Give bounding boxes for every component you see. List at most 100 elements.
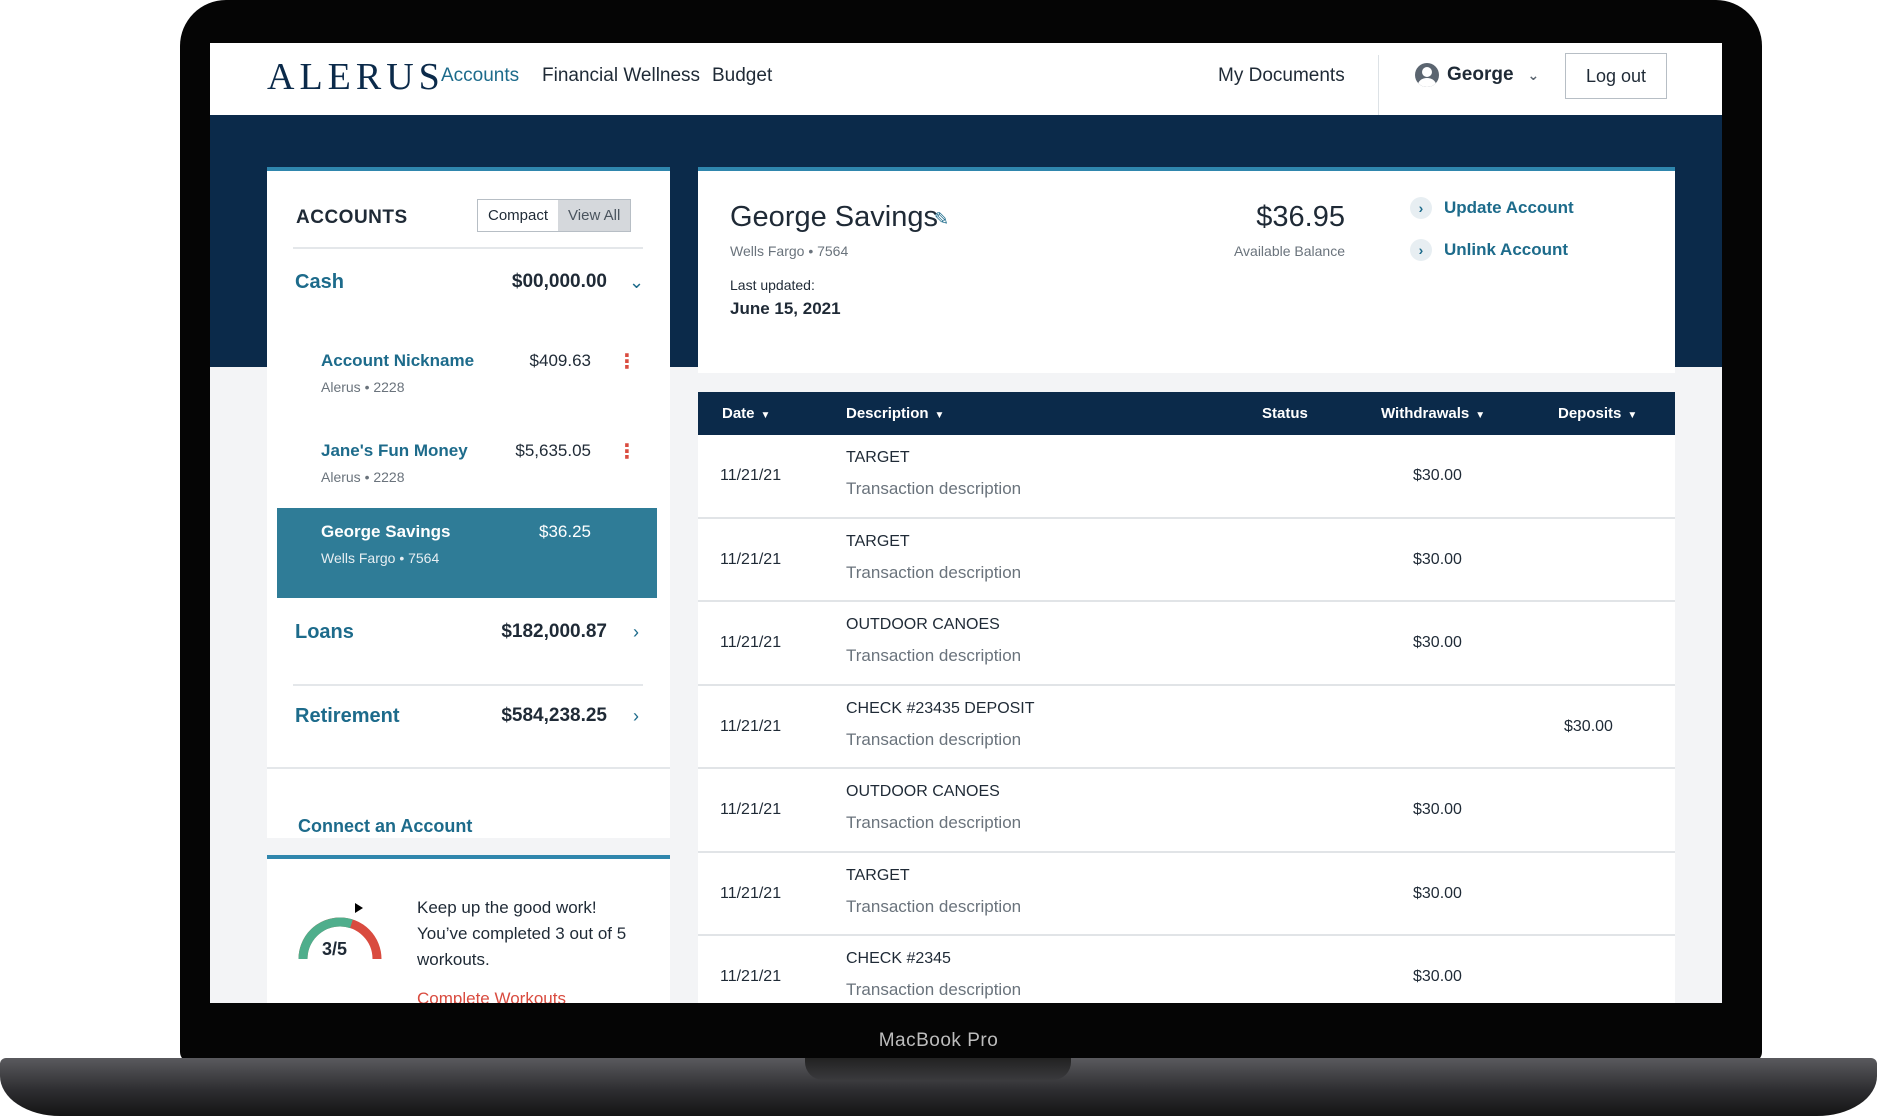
account-name[interactable]: George Savings (321, 522, 450, 542)
account-subtitle: Wells Fargo • 7564 (730, 243, 849, 259)
top-navigation: ALERUS Accounts Financial Wellness Budge… (210, 43, 1722, 115)
withdrawal-amount: $30.00 (1413, 467, 1462, 484)
workouts-card: 3/5 Keep up the good work! You’ve comple… (267, 855, 670, 1003)
divider (293, 247, 643, 249)
sort-deposits-header[interactable]: Deposits ▼ (1558, 405, 1637, 422)
table-row[interactable]: 11/21/21 TARGET Transaction description $30… (698, 852, 1675, 936)
caret-down-icon: ▼ (1627, 410, 1638, 421)
view-all-toggle-button[interactable]: View All (558, 200, 631, 231)
transaction-description: Transaction description (846, 813, 1022, 832)
workout-message: Keep up the good work! You’ve completed … (417, 895, 647, 973)
complete-workouts-link[interactable]: Complete Workouts (417, 989, 566, 1003)
account-title: George Savings (730, 201, 938, 233)
transaction-description: Transaction description (846, 562, 1022, 582)
chevron-right-icon: › (633, 621, 639, 642)
group-loans[interactable]: Loans $182,000.87 › (295, 617, 643, 647)
account-amount: $409.63 (529, 351, 591, 370)
user-menu[interactable]: George ⌄ (1415, 63, 1539, 87)
unlink-account-label: Unlink Account (1444, 240, 1569, 259)
caret-down-icon: ▼ (760, 410, 771, 421)
table-row[interactable]: 11/21/21 CHECK #23435 DEPOSIT Transaction … (698, 685, 1675, 769)
table-row[interactable]: 11/21/21 CHECK #2345 Transaction descripti… (698, 936, 1675, 1003)
laptop-notch (805, 1058, 1071, 1080)
chevron-right-icon: › (1410, 197, 1432, 219)
table-row[interactable]: 11/21/21 TARGET Transaction description $30… (698, 435, 1675, 519)
sort-description-header[interactable]: Description ▼ (846, 405, 944, 422)
withdrawal-amount: $30.00 (1413, 634, 1462, 651)
nav-financial-wellness[interactable]: Financial Wellness (542, 65, 700, 87)
account-subtitle: Wells Fargo • 7564 (321, 550, 440, 566)
accounts-title: ACCOUNTS (296, 207, 408, 228)
workout-message-line2: You’ve completed 3 out of 5 workouts. (417, 924, 627, 969)
account-amount: $36.25 (539, 522, 591, 541)
last-updated-date: June 15, 2021 (730, 299, 841, 318)
transaction-name: CHECK #23435 DEPOSIT (846, 699, 1035, 717)
transaction-date: 11/21/21 (720, 884, 782, 902)
transaction-date: 11/21/21 (720, 467, 782, 484)
chevron-down-icon: ⌄ (1527, 66, 1540, 83)
workout-progress-label: 3/5 (322, 939, 348, 959)
transaction-name: TARGET (846, 866, 910, 884)
connect-account-link[interactable]: Connect an Account (298, 816, 472, 837)
group-retirement-amount: $584,238.25 (501, 705, 607, 726)
group-retirement-label: Retirement (295, 704, 400, 727)
device-brand-label: MacBook Pro (878, 1030, 999, 1051)
more-options-icon[interactable]: ⋮ (617, 441, 637, 463)
workout-progress-gauge (298, 903, 382, 960)
transactions-table: Date ▼ Description ▼ Status Withdrawals ▼ D… (698, 392, 1675, 1003)
group-loans-label: Loans (295, 620, 354, 643)
nav-budget[interactable]: Budget (712, 65, 772, 87)
account-item[interactable]: Jane's Fun Money $5,635.05 ⋮ Alerus • 22… (277, 427, 657, 517)
update-account-action[interactable]: › Update Account (1410, 197, 1574, 219)
table-header: Date ▼ Description ▼ Status Withdrawals ▼ D… (698, 392, 1675, 435)
withdrawal-amount: $30.00 (1413, 550, 1462, 568)
last-updated-label: Last updated: (730, 277, 815, 293)
account-item[interactable]: Account Nickname $409.63 ⋮ Alerus • 2228 (277, 337, 657, 427)
compact-toggle-button[interactable]: Compact (478, 200, 559, 231)
account-item-selected[interactable]: George Savings $36.25 Wells Fargo • 7564 (277, 508, 657, 598)
account-name[interactable]: Account Nickname (321, 351, 474, 371)
available-balance: $36.95 (1256, 201, 1345, 233)
account-summary: George Savings ✎ Wells Fargo • 7564 Last… (698, 167, 1675, 373)
alerus-logo[interactable]: ALERUS (267, 55, 445, 99)
transaction-date: 11/21/21 (720, 634, 782, 651)
nav-divider (1378, 55, 1379, 115)
caret-down-icon: ▼ (934, 410, 945, 421)
transaction-description: Transaction description (846, 980, 1022, 999)
sort-date-header[interactable]: Date ▼ (722, 405, 770, 422)
deposit-amount: $30.00 (1564, 717, 1613, 735)
transaction-description: Transaction description (846, 646, 1022, 665)
chevron-down-icon: ⌄ (629, 271, 645, 292)
sort-withdrawals-header[interactable]: Withdrawals ▼ (1381, 405, 1485, 422)
group-cash[interactable]: Cash $00,000.00 ⌄ (295, 267, 645, 297)
group-retirement[interactable]: Retirement $584,238.25 › (295, 701, 643, 731)
withdrawal-amount: $30.00 (1413, 884, 1462, 902)
transaction-name: TARGET (846, 532, 910, 550)
update-account-label: Update Account (1444, 198, 1574, 217)
table-row[interactable]: 11/21/21 OUTDOOR CANOES Transaction descri… (698, 602, 1675, 686)
transaction-date: 11/21/21 (720, 801, 782, 818)
accounts-panel: ACCOUNTS Compact View All Cash $00,000.0… (267, 167, 670, 838)
unlink-account-action[interactable]: › Unlink Account (1410, 239, 1568, 261)
transaction-description: Transaction description (846, 729, 1022, 749)
table-row[interactable]: 11/21/21 OUTDOOR CANOES Transaction descri… (698, 769, 1675, 853)
view-toggle: Compact View All (477, 199, 632, 232)
transaction-name: CHECK #2345 (846, 950, 951, 967)
caret-down-icon: ▼ (1475, 410, 1486, 421)
nav-my-documents[interactable]: My Documents (1218, 65, 1345, 87)
workout-message-line1: Keep up the good work! (417, 898, 597, 917)
table-row[interactable]: 11/21/21 TARGET Transaction description $30… (698, 518, 1675, 602)
edit-pencil-icon[interactable]: ✎ (934, 209, 954, 229)
transaction-date: 11/21/21 (720, 550, 782, 568)
transaction-name: OUTDOOR CANOES (846, 783, 1000, 800)
divider (293, 684, 643, 686)
account-amount: $5,635.05 (515, 441, 591, 460)
transaction-description: Transaction description (846, 896, 1022, 916)
nav-accounts[interactable]: Accounts (441, 65, 519, 87)
logout-button[interactable]: Log out (1565, 53, 1667, 99)
more-options-icon[interactable]: ⋮ (617, 351, 637, 373)
table-body: 11/21/21 TARGET Transaction description $30… (698, 435, 1675, 1003)
flag-icon (355, 903, 363, 913)
account-name[interactable]: Jane's Fun Money (321, 441, 468, 461)
user-name: George (1447, 64, 1514, 85)
